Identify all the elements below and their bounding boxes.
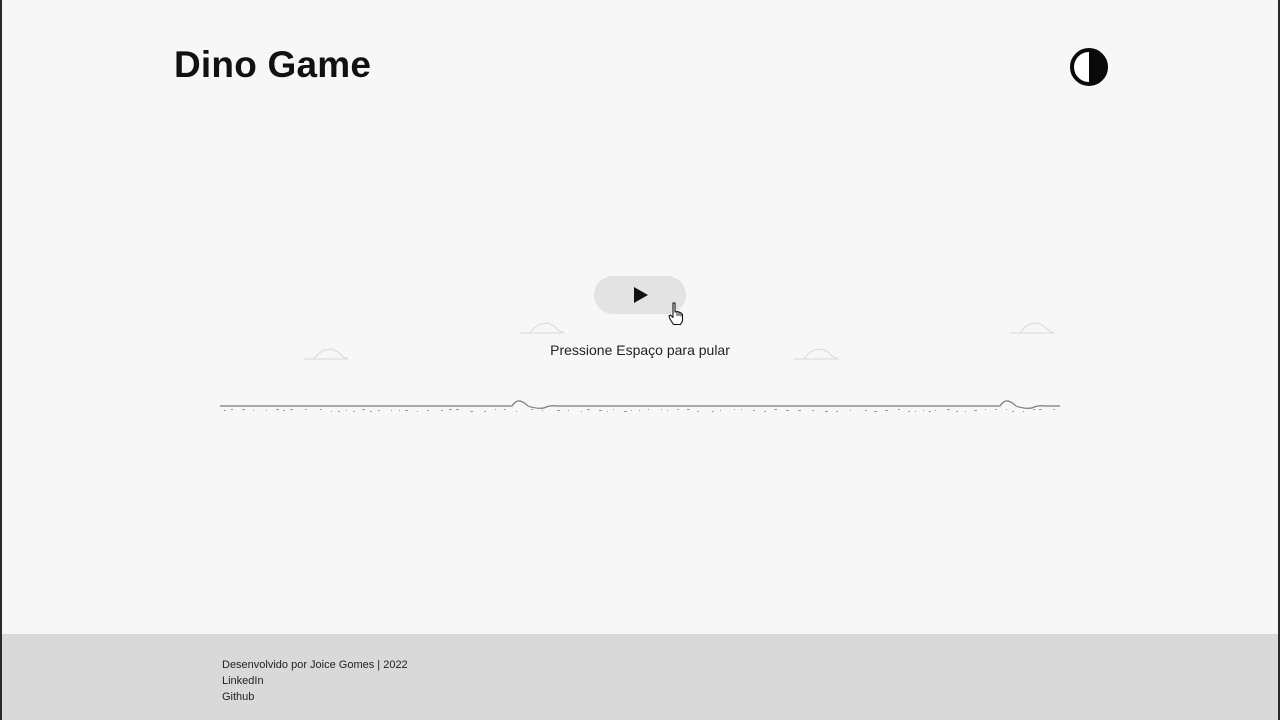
game-area[interactable]: Pressione Espaço para pular: [220, 260, 1060, 430]
ground-speck: [242, 409, 245, 410]
ground-speck: [677, 409, 679, 410]
ground-speck: [338, 411, 340, 412]
ground-speck: [417, 411, 418, 412]
ground-speck: [346, 410, 347, 411]
ground-speck: [504, 409, 506, 410]
ground-speck: [923, 410, 924, 411]
ground-speck: [378, 410, 380, 411]
ground-speck: [1012, 411, 1014, 412]
ground-speck: [470, 411, 473, 412]
ground-speck: [712, 411, 714, 412]
ground-speck: [276, 409, 279, 410]
instruction-text: Pressione Espaço para pular: [550, 342, 730, 358]
ground-speck: [1039, 409, 1042, 410]
ground-speck: [441, 410, 443, 411]
ground-speck: [947, 409, 950, 410]
ground-speck: [974, 410, 977, 411]
ground-speck: [1023, 411, 1024, 412]
ground-speck: [231, 409, 233, 410]
linkedin-link[interactable]: LinkedIn: [222, 674, 264, 688]
ground-speck: [648, 409, 649, 410]
ground-speck: [798, 410, 801, 411]
ground-speck: [613, 409, 614, 410]
ground-speck: [720, 410, 721, 411]
ground-speck: [915, 411, 916, 412]
cloud-icon: [520, 322, 565, 334]
ground-speck: [484, 411, 486, 412]
ground-speck: [427, 410, 429, 411]
ground-speck: [599, 410, 602, 411]
ground-speck: [995, 409, 997, 410]
ground-speck: [965, 411, 966, 412]
ground-speck: [1033, 409, 1035, 410]
ground-speck: [283, 410, 285, 411]
ground-speck: [661, 409, 662, 410]
ground-speck: [956, 411, 958, 412]
footer-credit: Desenvolvido por Joice Gomes | 2022: [222, 659, 408, 671]
ground-speck: [825, 411, 828, 412]
ground-speck: [495, 409, 496, 410]
ground-speck: [531, 409, 533, 410]
ground-speck: [1006, 409, 1007, 410]
ground-speck: [320, 409, 322, 410]
ground-speck: [391, 410, 392, 411]
ground-track: [220, 400, 1060, 412]
ground-speck: [290, 409, 293, 410]
ground-speck: [224, 410, 226, 411]
ground-speck: [399, 410, 400, 411]
ground-speck: [581, 411, 582, 412]
ground-speck: [741, 409, 742, 410]
ground-speck: [568, 410, 569, 411]
ground-speck: [898, 409, 900, 410]
ground-speck: [774, 409, 777, 410]
page: Dino Game Pressione Espaço para pular De…: [2, 0, 1278, 720]
page-title: Dino Game: [174, 44, 372, 85]
cloud-icon: [1010, 322, 1055, 334]
ground-speck: [1053, 409, 1055, 410]
ground-speck: [607, 411, 608, 412]
ground-speck: [687, 409, 690, 410]
ground-speck: [812, 410, 814, 411]
ground-speck: [631, 410, 632, 411]
ground-speck: [667, 410, 668, 411]
ground-speck: [836, 411, 838, 412]
ground-speck: [929, 411, 931, 412]
ground-speck: [353, 411, 355, 412]
ground-speck: [370, 411, 372, 412]
ground-speck: [305, 409, 307, 410]
ground-speck: [697, 411, 699, 412]
ground-speck: [331, 411, 332, 412]
ground-speck: [764, 411, 766, 412]
ground-speck: [516, 411, 517, 412]
ground-speck: [456, 409, 459, 410]
ground-speck: [405, 410, 408, 411]
ground-speck: [850, 410, 851, 411]
ground-speck: [885, 410, 888, 411]
ground-speck: [935, 410, 936, 411]
play-icon: [634, 287, 648, 303]
ground-speck: [587, 409, 590, 410]
ground-speck: [786, 410, 789, 411]
footer: Desenvolvido por Joice Gomes | 2022 Link…: [2, 634, 1278, 720]
ground-speck: [624, 411, 627, 412]
ground-speck: [985, 409, 986, 410]
ground-speck: [449, 409, 452, 410]
ground-speck: [874, 411, 877, 412]
hand-pointer-icon: [668, 302, 684, 326]
ground-speck: [753, 410, 755, 411]
ground-speck: [362, 409, 365, 410]
ground-speck: [253, 410, 254, 411]
ground-speck: [865, 410, 867, 411]
ground-speck: [266, 410, 267, 411]
ground-speck: [542, 410, 543, 411]
ground-speck: [734, 409, 735, 410]
theme-toggle-button[interactable]: [1070, 48, 1108, 86]
ground-speck: [639, 410, 640, 411]
ground-speck: [557, 410, 560, 411]
github-link[interactable]: Github: [222, 690, 254, 704]
ground-speck: [908, 411, 910, 412]
